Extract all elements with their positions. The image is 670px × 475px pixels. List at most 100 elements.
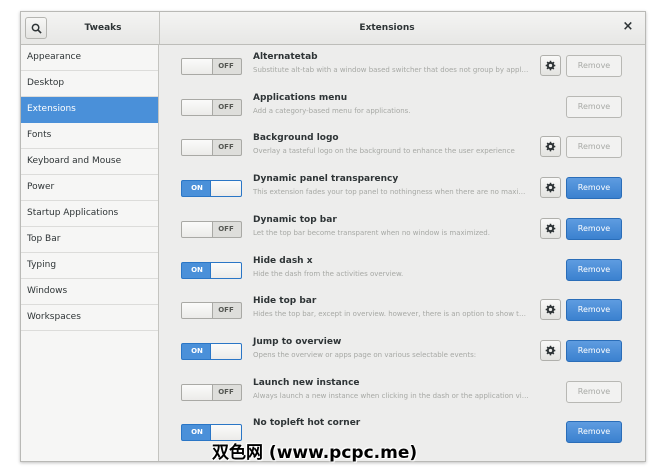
header-bar: Tweaks Extensions × — [21, 12, 645, 45]
extension-description: This extension fades your top panel to n… — [253, 188, 529, 197]
toggle-knob — [182, 140, 213, 156]
remove-button[interactable]: Remove — [566, 380, 622, 403]
remove-button[interactable]: Remove — [566, 95, 622, 118]
toggle-state-label: OFF — [218, 143, 234, 152]
extension-name: Hide dash x — [253, 255, 313, 266]
toggle-state-label: OFF — [218, 62, 234, 70]
extension-name: Applications menu — [253, 92, 348, 103]
extension-toggle[interactable]: ON — [181, 180, 242, 198]
extension-settings-button[interactable] — [540, 217, 561, 239]
extension-row-jump-to-overview: ON Jump to overview Opens the overview or … — [159, 330, 645, 371]
extension-description: Always launch a new instance when clicki… — [253, 391, 529, 400]
toggle-knob — [182, 303, 213, 319]
sidebar-header: Tweaks — [21, 12, 160, 44]
toggle-knob — [182, 99, 213, 115]
extension-description: Let the top bar become transparent when … — [253, 228, 490, 237]
watermark: 双色网 (www.pcpc.me) — [212, 443, 418, 463]
remove-button[interactable]: Remove — [566, 55, 622, 77]
gear-icon — [545, 345, 556, 356]
extension-description: Hides the top bar, except in overview. h… — [253, 310, 529, 319]
extension-toggle[interactable]: ON — [181, 261, 242, 279]
sidebar-item-startup-applications[interactable]: Startup Applications — [21, 201, 158, 227]
extensions-list: OFF Alternatetab Substitute alt-tab with a… — [159, 45, 645, 461]
extension-name: Jump to overview — [253, 336, 342, 347]
extension-settings-button[interactable] — [540, 136, 561, 158]
extension-description: Add a category-based menu for applicatio… — [253, 106, 411, 115]
toggle-state-label: ON — [191, 346, 203, 355]
sidebar-item-desktop[interactable]: Desktop — [21, 71, 158, 97]
toggle-knob — [182, 59, 213, 74]
extension-toggle[interactable]: OFF — [181, 220, 242, 238]
extension-settings-button[interactable] — [540, 177, 561, 199]
toggle-state-label: OFF — [218, 306, 234, 315]
remove-button[interactable]: Remove — [566, 177, 622, 200]
search-icon — [31, 23, 42, 34]
app-title: Tweaks — [84, 23, 122, 33]
close-icon: × — [622, 19, 634, 34]
extension-name: Dynamic panel transparency — [253, 174, 399, 185]
extension-name: Background logo — [253, 133, 339, 144]
extension-toggle[interactable]: ON — [181, 342, 242, 360]
extension-name: Hide top bar — [253, 296, 317, 307]
sidebar-item-extensions[interactable]: Extensions — [21, 97, 158, 123]
toggle-state-label: OFF — [218, 387, 234, 396]
toggle-state-label: ON — [191, 428, 203, 437]
extension-toggle[interactable]: OFF — [181, 383, 242, 401]
sidebar-item-keyboard-and-mouse[interactable]: Keyboard and Mouse — [21, 149, 158, 175]
extension-toggle[interactable]: OFF — [181, 139, 242, 157]
sidebar-item-fonts[interactable]: Fonts — [21, 123, 158, 149]
extension-name: Launch new instance — [253, 377, 360, 388]
gear-icon — [545, 223, 556, 234]
gear-icon — [545, 182, 556, 193]
extension-settings-button[interactable] — [540, 55, 561, 76]
toggle-state-label: OFF — [218, 224, 234, 233]
remove-button[interactable]: Remove — [566, 136, 622, 159]
page-title: Extensions — [359, 23, 415, 33]
extension-row-hide-top-bar: OFF Hide top bar Hides the top bar, except… — [159, 289, 645, 330]
extension-description: Substitute alt-tab with a window based s… — [253, 66, 529, 74]
gear-icon — [545, 304, 556, 315]
toggle-knob — [182, 221, 213, 237]
extension-row-hide-dash-x: ON Hide dash x Hide the dash from the acti… — [159, 249, 645, 290]
gear-icon — [545, 60, 556, 71]
sidebar-item-appearance[interactable]: Appearance — [21, 45, 158, 71]
search-button[interactable] — [25, 17, 47, 39]
toggle-knob — [210, 262, 241, 278]
extension-name: Alternatetab — [253, 52, 318, 62]
extension-row-dynamic-panel-transparency: ON Dynamic panel transparency This extensi… — [159, 167, 645, 208]
extension-toggle[interactable]: OFF — [181, 98, 242, 116]
extension-name: No topleft hot corner — [253, 418, 361, 429]
extension-settings-button[interactable] — [540, 339, 561, 361]
remove-button[interactable]: Remove — [566, 339, 622, 362]
extension-toggle[interactable]: OFF — [181, 302, 242, 320]
extension-row-applications-menu: OFF Applications menu Add a category-based… — [159, 86, 645, 127]
remove-button[interactable]: Remove — [566, 217, 622, 240]
extension-row-dynamic-top-bar: OFF Dynamic top bar Let the top bar become… — [159, 208, 645, 249]
remove-button[interactable]: Remove — [566, 258, 622, 281]
remove-button[interactable]: Remove — [566, 421, 622, 444]
extension-row-background-logo: OFF Background logo Overlay a tasteful log… — [159, 126, 645, 167]
sidebar: Appearance Desktop Extensions Fonts Keyboard… — [21, 45, 159, 461]
close-button[interactable]: × — [621, 20, 635, 34]
toggle-knob — [210, 181, 241, 197]
sidebar-item-windows[interactable]: Windows — [21, 279, 158, 305]
gear-icon — [545, 141, 556, 152]
extension-name: Dynamic top bar — [253, 214, 337, 225]
remove-button[interactable]: Remove — [566, 299, 622, 322]
extension-description: Hide the dash from the activities overvi… — [253, 269, 404, 278]
tweaks-window: Tweaks Extensions × Appearance Desktop Ext… — [20, 11, 646, 462]
toggle-state-label: ON — [191, 184, 203, 193]
toggle-knob — [210, 343, 241, 359]
extension-row-alternatetab: OFF Alternatetab Substitute alt-tab with a… — [159, 45, 645, 86]
extension-settings-button[interactable] — [540, 299, 561, 321]
toggle-state-label: ON — [191, 265, 203, 274]
toggle-knob — [182, 384, 213, 400]
extension-row-launch-new-instance: OFF Launch new instance Always launch a ne… — [159, 371, 645, 412]
sidebar-item-power[interactable]: Power — [21, 175, 158, 201]
extension-description: Opens the overview or apps page on vario… — [253, 350, 477, 359]
sidebar-item-typing[interactable]: Typing — [21, 253, 158, 279]
toggle-state-label: OFF — [218, 102, 234, 111]
sidebar-item-workspaces[interactable]: Workspaces — [21, 305, 158, 331]
sidebar-item-top-bar[interactable]: Top Bar — [21, 227, 158, 253]
extension-toggle[interactable]: OFF — [181, 58, 242, 75]
